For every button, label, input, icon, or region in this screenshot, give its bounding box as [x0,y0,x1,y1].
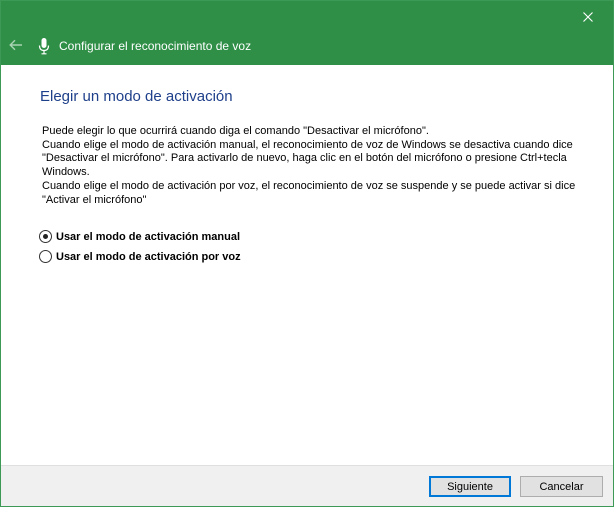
voice-activation-label[interactable]: Usar el modo de activación por voz [56,251,241,263]
next-button[interactable]: Siguiente [429,476,511,497]
content-area: Elegir un modo de activación Puede elegi… [1,65,613,465]
speech-setup-window: Configurar el reconocimiento de voz Eleg… [0,0,614,507]
button-bar: Siguiente Cancelar [1,465,613,506]
title-bar: Configurar el reconocimiento de voz [1,1,613,65]
description-text: Puede elegir lo que ocurrirá cuando diga… [42,125,602,207]
microphone-icon [38,38,50,55]
manual-activation-option[interactable]: Usar el modo de activación manual [39,230,240,243]
radio-button-selected[interactable] [39,230,52,243]
voice-activation-option[interactable]: Usar el modo de activación por voz [39,250,241,263]
cancel-button[interactable]: Cancelar [520,476,603,497]
back-arrow-icon [9,39,22,51]
radio-button[interactable] [39,250,52,263]
page-heading: Elegir un modo de activación [40,88,233,105]
window-title: Configurar el reconocimiento de voz [59,39,252,53]
back-button[interactable] [7,36,25,54]
close-icon [583,12,593,22]
manual-activation-label[interactable]: Usar el modo de activación manual [56,231,240,243]
close-button[interactable] [573,5,603,29]
description-paragraph: Cuando elige el modo de activación por v… [42,179,576,206]
description-paragraph: Cuando elige el modo de activación manua… [42,138,573,179]
description-paragraph: Puede elegir lo que ocurrirá cuando diga… [42,125,429,137]
